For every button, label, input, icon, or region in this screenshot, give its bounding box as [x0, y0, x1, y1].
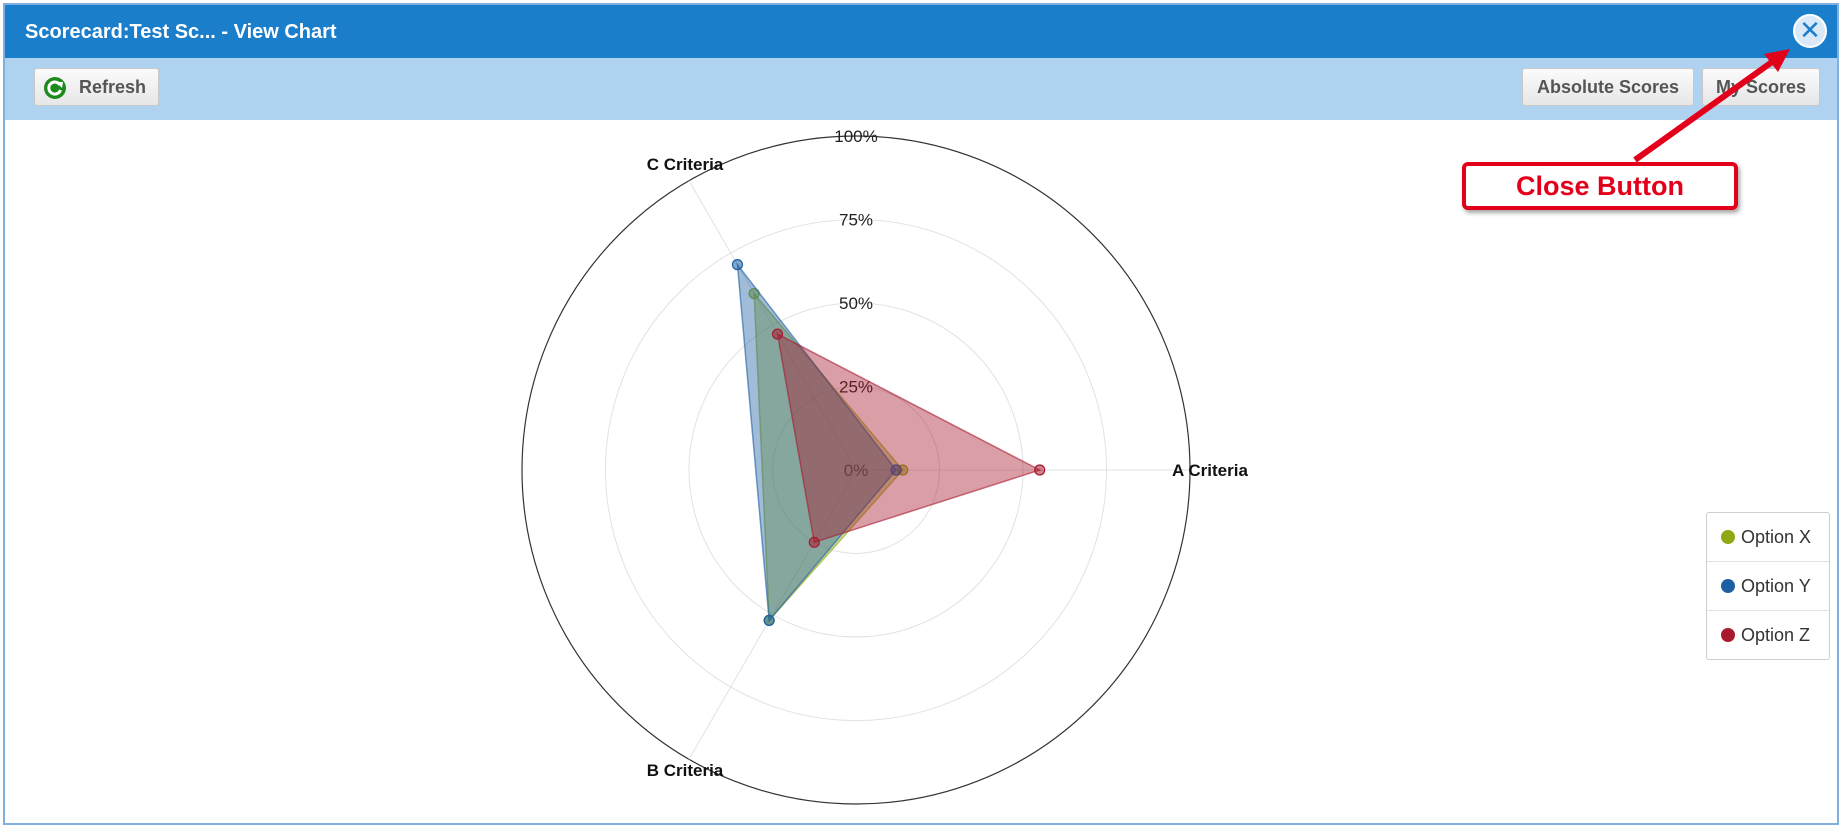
chart-dialog: Scorecard:Test Sc... - View Chart ✕ Refr…	[3, 3, 1839, 825]
series-point	[731, 259, 744, 271]
series-point	[808, 536, 820, 548]
toolbar: Refresh Absolute Scores My Scores	[5, 58, 1837, 120]
radar-chart: 0%25%50%75%100%A CriteriaB CriteriaC Cri…	[521, 127, 1248, 805]
series-point	[771, 328, 784, 340]
radial-tick-label: 75%	[839, 211, 873, 230]
legend-item[interactable]: Option Y	[1707, 562, 1829, 611]
close-button[interactable]: ✕	[1793, 14, 1827, 48]
close-button-callout: Close Button	[1462, 162, 1738, 210]
axis-label: A Criteria	[1172, 461, 1248, 480]
absolute-scores-button[interactable]: Absolute Scores	[1522, 68, 1694, 106]
series-point	[763, 614, 775, 627]
legend-swatch	[1721, 579, 1735, 593]
legend-label: Option X	[1741, 527, 1812, 547]
radial-tick-label: 50%	[839, 294, 873, 313]
legend-swatch	[1721, 530, 1735, 544]
legend-item[interactable]: Option X	[1707, 513, 1829, 562]
titlebar: Scorecard:Test Sc... - View Chart ✕	[5, 5, 1837, 58]
chart-area: 0% 25% 50% 75% 100% A Criteria B Criteria C Cri…	[5, 120, 1837, 823]
legend-swatch	[1721, 628, 1735, 642]
radial-tick-label: 100%	[834, 127, 877, 146]
series-point	[1034, 464, 1046, 476]
refresh-button[interactable]: Refresh	[34, 68, 159, 106]
legend-label: Option Y	[1741, 576, 1811, 596]
axis-label: C Criteria	[647, 155, 724, 174]
series-area	[776, 332, 1042, 544]
dialog-title: Scorecard:Test Sc... - View Chart	[25, 21, 337, 43]
refresh-icon	[44, 77, 66, 99]
my-scores-button[interactable]: My Scores	[1702, 68, 1820, 106]
close-icon: ✕	[1799, 15, 1821, 45]
chart-legend: Option X Option Y Option Z	[1706, 512, 1830, 660]
axis-label: B Criteria	[647, 761, 724, 780]
refresh-label: Refresh	[79, 77, 147, 97]
legend-item[interactable]: Option Z	[1707, 611, 1829, 660]
legend-label: Option Z	[1741, 625, 1811, 645]
